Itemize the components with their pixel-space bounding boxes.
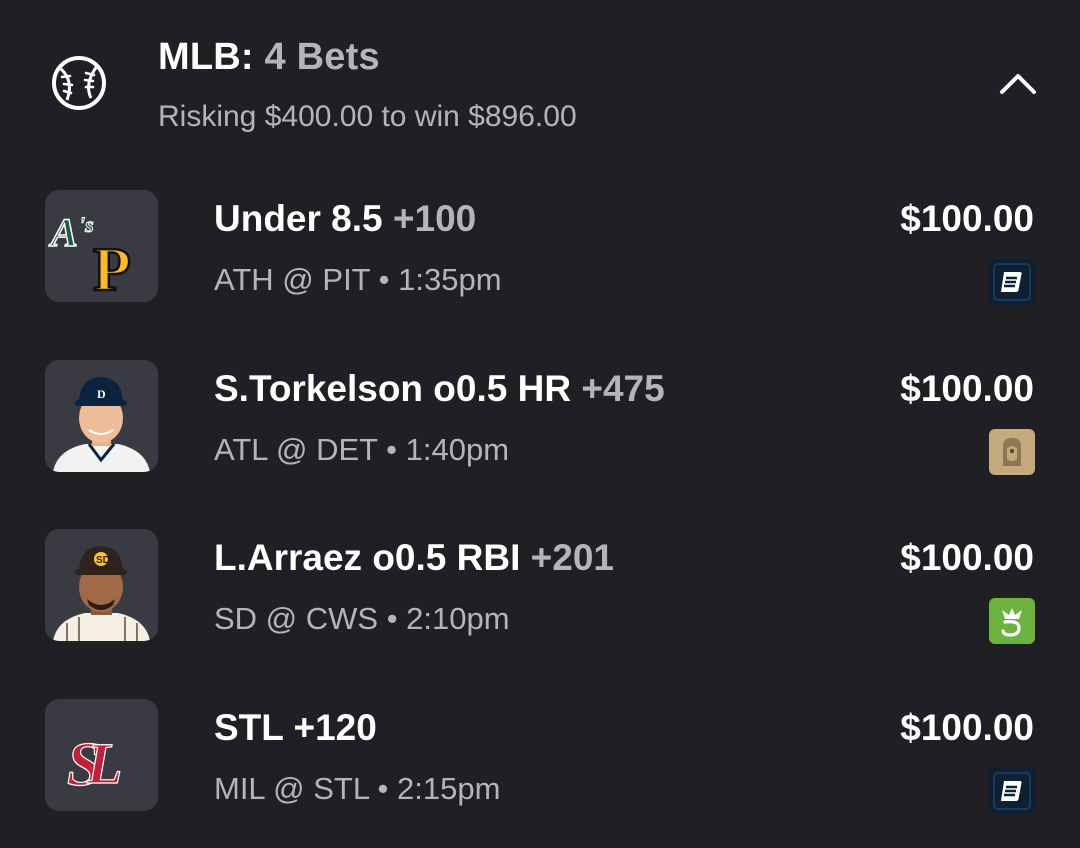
bet-row[interactable]: A 's P Under 8.5 +100 ATH @ PIT • 1:35pm…	[0, 170, 1080, 340]
svg-text:D: D	[97, 387, 106, 401]
bet-selection: STL +120	[214, 707, 377, 749]
bet-odds: +201	[530, 537, 614, 578]
draftkings-icon	[989, 598, 1035, 644]
baseball-icon	[52, 56, 106, 110]
player-headshot: D	[45, 360, 158, 472]
game-matchup: SD @ CWS • 2:10pm	[214, 601, 510, 636]
mlb-bets-panel: MLB: 4 Bets Risking $400.00 to win $896.…	[0, 0, 1080, 848]
bet-amount: $100.00	[900, 707, 1034, 748]
betmgm-icon	[989, 429, 1035, 475]
bet-row[interactable]: D S.Torkelson o0.5 HR +475 ATL @ DET • 1…	[0, 340, 1080, 510]
bet-odds: +475	[581, 368, 665, 409]
bet-count: 4 Bets	[264, 36, 380, 78]
bet-odds: +100	[392, 198, 477, 239]
betrivers-icon	[989, 768, 1035, 814]
game-matchup: MIL @ STL • 2:15pm	[214, 771, 501, 806]
selection-text: STL +120	[214, 707, 377, 748]
svg-text:SD: SD	[96, 555, 110, 566]
svg-text:P: P	[93, 236, 131, 302]
bet-selection: L.Arraez o0.5 RBI +201	[214, 537, 614, 579]
bet-selection: S.Torkelson o0.5 HR +475	[214, 368, 665, 410]
bet-selection: Under 8.5 +100	[214, 198, 476, 240]
athletics-pirates-logo: A 's P	[45, 190, 158, 302]
svg-text:L: L	[86, 731, 122, 796]
bet-amount: $100.00	[900, 368, 1034, 409]
selection-text: Under 8.5	[214, 198, 383, 239]
selection-text: S.Torkelson o0.5 HR	[214, 368, 572, 409]
bet-amount: $100.00	[900, 537, 1034, 578]
bet-row[interactable]: S L STL +120 MIL @ STL • 2:15pm $100.00	[0, 679, 1080, 848]
chevron-up-icon[interactable]	[990, 62, 1046, 106]
game-matchup: ATH @ PIT • 1:35pm	[214, 262, 502, 297]
game-matchup: ATL @ DET • 1:40pm	[214, 432, 510, 467]
player-headshot: SD	[45, 529, 158, 641]
league-title: MLB: 4 Bets	[158, 36, 380, 79]
bet-row[interactable]: SD L.Arraez o0.5 RBI +201 SD @ CWS • 2:1…	[0, 509, 1080, 679]
league-name: MLB:	[158, 36, 254, 78]
league-header[interactable]: MLB: 4 Bets Risking $400.00 to win $896.…	[0, 0, 1080, 160]
svg-text:A: A	[48, 210, 78, 255]
selection-text: L.Arraez o0.5 RBI	[214, 537, 521, 578]
betrivers-icon	[989, 259, 1035, 305]
risk-summary: Risking $400.00 to win $896.00	[158, 100, 577, 133]
svg-text:'s: 's	[79, 212, 94, 237]
cardinals-logo: S L	[45, 699, 158, 811]
bet-amount: $100.00	[900, 198, 1034, 239]
